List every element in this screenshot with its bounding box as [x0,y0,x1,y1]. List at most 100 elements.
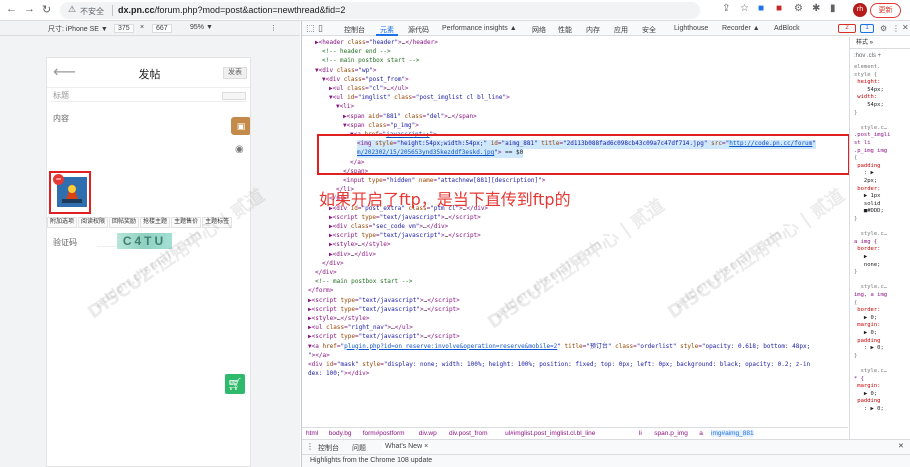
tab-reply-reward[interactable]: 回帖奖励 [109,217,140,228]
cart-icon[interactable]: 🛒︎ [225,374,245,394]
dom-node-line[interactable]: <!-- main postbox start --> [322,57,420,66]
styles-filter[interactable]: :hov .cls + [854,53,881,60]
drawer-tab-console[interactable]: 控制台 [318,443,339,453]
dom-node-line[interactable]: ▶<style>…</style> [308,315,369,324]
subject-field[interactable] [51,88,247,102]
extension-gear-icon[interactable]: ⚙ [794,3,803,14]
dom-node-line[interactable]: ▶<div class="sec_code vm">…</div> [329,223,448,232]
viewport-height-input[interactable]: 667 [152,24,172,33]
dom-node-line[interactable]: ▼<a href="plugin.php?id=on_reserve:invol… [308,343,810,352]
tab-network[interactable]: 网络 [532,25,546,35]
drawer-close-icon[interactable]: ✕ [898,442,904,450]
message-count-badge[interactable]: 1 [860,24,874,33]
breadcrumb-item[interactable]: html [306,430,318,437]
extension-flag-icon[interactable]: ■ [758,3,764,14]
reload-icon[interactable]: ↻ [42,3,51,16]
dom-node-line[interactable]: </div> [322,260,344,269]
profile-avatar[interactable]: rh [853,3,867,17]
dom-node-line[interactable]: </div> [315,269,337,278]
tab-sources[interactable]: 源代码 [408,25,429,35]
devtools-drawer: ⋮ 控制台 问题 What's New × ✕ Highlights from … [302,439,910,467]
drawer-tab-whats-new[interactable]: What's New × [382,443,432,450]
dom-node-line[interactable]: ▼<li> [336,103,354,112]
drawer-menu-icon[interactable]: ⋮ [306,442,314,451]
tab-memory[interactable]: 内存 [586,25,600,35]
dom-node-line[interactable]: ▶<div>…</div> [329,251,376,260]
url-host: dx.pn.cc [118,5,155,15]
extension-red-icon[interactable]: ■ [776,3,782,14]
breadcrumb-item[interactable]: div.wp [419,430,437,437]
styles-tab[interactable]: 样式 » [856,40,873,47]
forward-arrow-icon[interactable]: → [24,3,35,15]
dom-node-line[interactable]: ▶<style>…</style> [329,241,390,250]
bookmark-star-icon[interactable]: ☆ [740,3,749,14]
tab-application[interactable]: 应用 [614,25,628,35]
error-count-badge[interactable]: 2 [838,24,856,33]
dom-node-line[interactable]: <!-- header end --> [322,48,391,57]
dom-node-line[interactable]: <div id="mask" style="display: none; wid… [308,361,810,370]
more-icon[interactable]: ⋮ [270,24,277,32]
settings-icon[interactable]: ⚙ [880,24,887,33]
dom-node-line[interactable]: ▶<script type="text/javascript">…</scrip… [329,232,481,241]
back-arrow-icon[interactable]: ← [6,3,17,15]
share-icon[interactable]: ⇪ [722,3,730,14]
captcha-input[interactable] [97,235,117,247]
drawer-tab-issues[interactable]: 问题 [352,443,366,453]
sidebar-icon[interactable]: ▮ [830,3,836,14]
dom-node-line[interactable]: ▶<script type="text/javascript">…</scrip… [329,214,481,223]
tab-performance-insights[interactable]: Performance insights ▲ [442,25,517,32]
dom-node-line[interactable]: ▶<span aid="881" class="del">…</span> [343,113,477,122]
breadcrumb-item[interactable]: a [699,430,703,437]
dom-node-line[interactable]: <!-- main postbox start --> [315,278,413,287]
tab-adblock[interactable]: AdBlock [774,25,800,32]
tab-performance[interactable]: 性能 [558,25,572,35]
image-upload-icon[interactable]: ▣ [231,117,250,135]
dom-node-line[interactable]: dex: 100;"></div> [308,370,369,379]
tab-console[interactable]: 控制台 [344,25,365,35]
dom-node-line[interactable]: ▶<script type="text/javascript">…</scrip… [308,333,460,342]
breadcrumb-item[interactable]: li [639,430,642,437]
url-text[interactable]: dx.pn.cc/forum.php?mod=post&action=newth… [118,5,345,15]
tab-recorder[interactable]: Recorder ▲ [722,25,760,32]
device-select[interactable]: 尺寸: iPhone SE ▼ [48,24,108,34]
dom-node-line[interactable]: </form> [308,287,333,296]
dom-node-line[interactable]: ▼<div class="post_from"> [322,76,409,85]
dom-node-line[interactable]: <input type="hidden" name="attachnew[881… [343,177,545,186]
dom-node-line[interactable]: ▶<ul class="right_nav">…</ul> [308,324,413,333]
style-rule-line: .post_imgli [854,132,891,139]
breadcrumb-item[interactable]: img#aimg_881 [711,430,754,437]
dom-node-line[interactable]: ▼<ul id="imglist" class="post_imglist cl… [329,94,510,103]
viewport-width-input[interactable]: 375 [114,24,134,33]
breadcrumb-item[interactable]: form#postform [363,430,405,437]
tab-security[interactable]: 安全 [642,25,656,35]
zoom-select[interactable]: 95% ▼ [190,24,213,31]
delete-image-icon[interactable]: − [53,174,64,185]
dom-node-line[interactable]: ▶<ul class="cl">…</ul> [329,85,409,94]
breadcrumb-item[interactable]: ul#imglist.post_imglist.cl.bl_line [505,430,595,437]
more-icon[interactable]: ⋮ [892,24,900,33]
tab-lighthouse[interactable]: Lighthouse [674,25,708,32]
address-bar[interactable]: ⚠ 不安全 dx.pn.cc/forum.php?mod=post&action… [60,2,700,19]
drawer-message: Highlights from the Chrome 108 update [310,457,433,464]
breadcrumb-item[interactable]: body.bg [329,430,352,437]
dom-node-line[interactable]: ▶<script type="text/javascript">…</scrip… [308,297,460,306]
publish-button[interactable]: 发表 [223,67,247,79]
puzzle-icon[interactable]: ✱ [812,3,820,14]
dom-node-line[interactable]: ▶<header class="header">…</header> [315,39,438,48]
device-toggle-icon[interactable]: ▯ [318,23,323,34]
dom-node-line[interactable]: "></a> [308,352,330,361]
breadcrumb-item[interactable]: div.post_from [449,430,488,437]
tab-extra-options[interactable]: 附加选项 [47,217,78,228]
tab-floor-grab[interactable]: 抢楼主题 [140,217,171,228]
inspect-icon[interactable]: ⬚ [306,23,315,34]
style-rule-line: .p_img img [854,147,888,154]
dom-node-line[interactable]: ▼<span class="p_img"> [343,122,419,131]
warning-icon[interactable]: ⚠ [68,4,76,15]
close-icon[interactable]: ✕ [902,23,909,32]
dom-node-line[interactable]: ▼<div class="wp"> [315,67,376,76]
update-button[interactable]: 更新 [870,3,901,18]
tab-read-permission[interactable]: 阅读权限 [78,217,109,228]
breadcrumb-item[interactable]: span.p_img [654,430,688,437]
dom-node-line[interactable]: ▶<script type="text/javascript">…</scrip… [308,306,460,315]
camera-icon[interactable]: ◉ [235,144,244,155]
